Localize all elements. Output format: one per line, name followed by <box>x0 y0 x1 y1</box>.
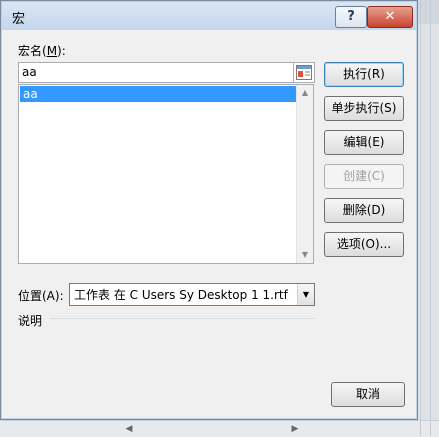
range-picker-icon <box>296 65 312 80</box>
scroll-up-arrow-icon[interactable]: ▲ <box>297 85 313 101</box>
step-into-button[interactable]: 单步执行(S) <box>324 96 404 121</box>
background-scrollbar <box>0 420 439 437</box>
list-item[interactable]: aa <box>20 86 299 102</box>
background-gridline <box>420 0 421 436</box>
title-bar: 宏 ? ✕ <box>2 2 416 30</box>
create-button[interactable]: 创建(C) <box>324 164 404 189</box>
scroll-down-arrow-icon[interactable]: ▼ <box>297 247 313 263</box>
chevron-down-icon[interactable]: ▼ <box>297 284 314 305</box>
background-gridline <box>430 0 431 436</box>
options-button[interactable]: 选项(O)... <box>324 232 404 257</box>
edit-button[interactable]: 编辑(E) <box>324 130 404 155</box>
location-value: 工作表 在 C Users Sy Desktop 1 1.rtf <box>74 288 288 302</box>
help-button[interactable]: ? <box>335 6 367 28</box>
macro-name-label: 宏名(M): <box>18 44 66 58</box>
range-picker-button[interactable] <box>293 62 315 83</box>
location-select[interactable]: 工作表 在 C Users Sy Desktop 1 1.rtf ▼ <box>69 283 315 306</box>
scroll-right-arrow-icon[interactable]: ▶ <box>290 424 300 434</box>
macro-dialog: 宏 ? ✕ 宏名(M): aa aa ▲ ▼ 执行(R) 单步执行(S) 编辑(… <box>0 0 418 420</box>
dialog-title: 宏 <box>12 12 26 27</box>
macro-name-input[interactable]: aa <box>18 62 295 83</box>
cancel-button[interactable]: 取消 <box>331 382 405 407</box>
close-button[interactable]: ✕ <box>367 6 413 28</box>
macro-list[interactable]: aa ▲ ▼ <box>18 84 314 264</box>
location-label: 位置(A): <box>18 289 64 303</box>
run-button[interactable]: 执行(R) <box>324 62 404 87</box>
list-scrollbar[interactable]: ▲ ▼ <box>296 85 313 263</box>
scroll-left-arrow-icon[interactable]: ◀ <box>124 424 134 434</box>
description-separator <box>50 318 315 319</box>
description-label: 说明 <box>18 314 43 328</box>
delete-button[interactable]: 删除(D) <box>324 198 404 223</box>
